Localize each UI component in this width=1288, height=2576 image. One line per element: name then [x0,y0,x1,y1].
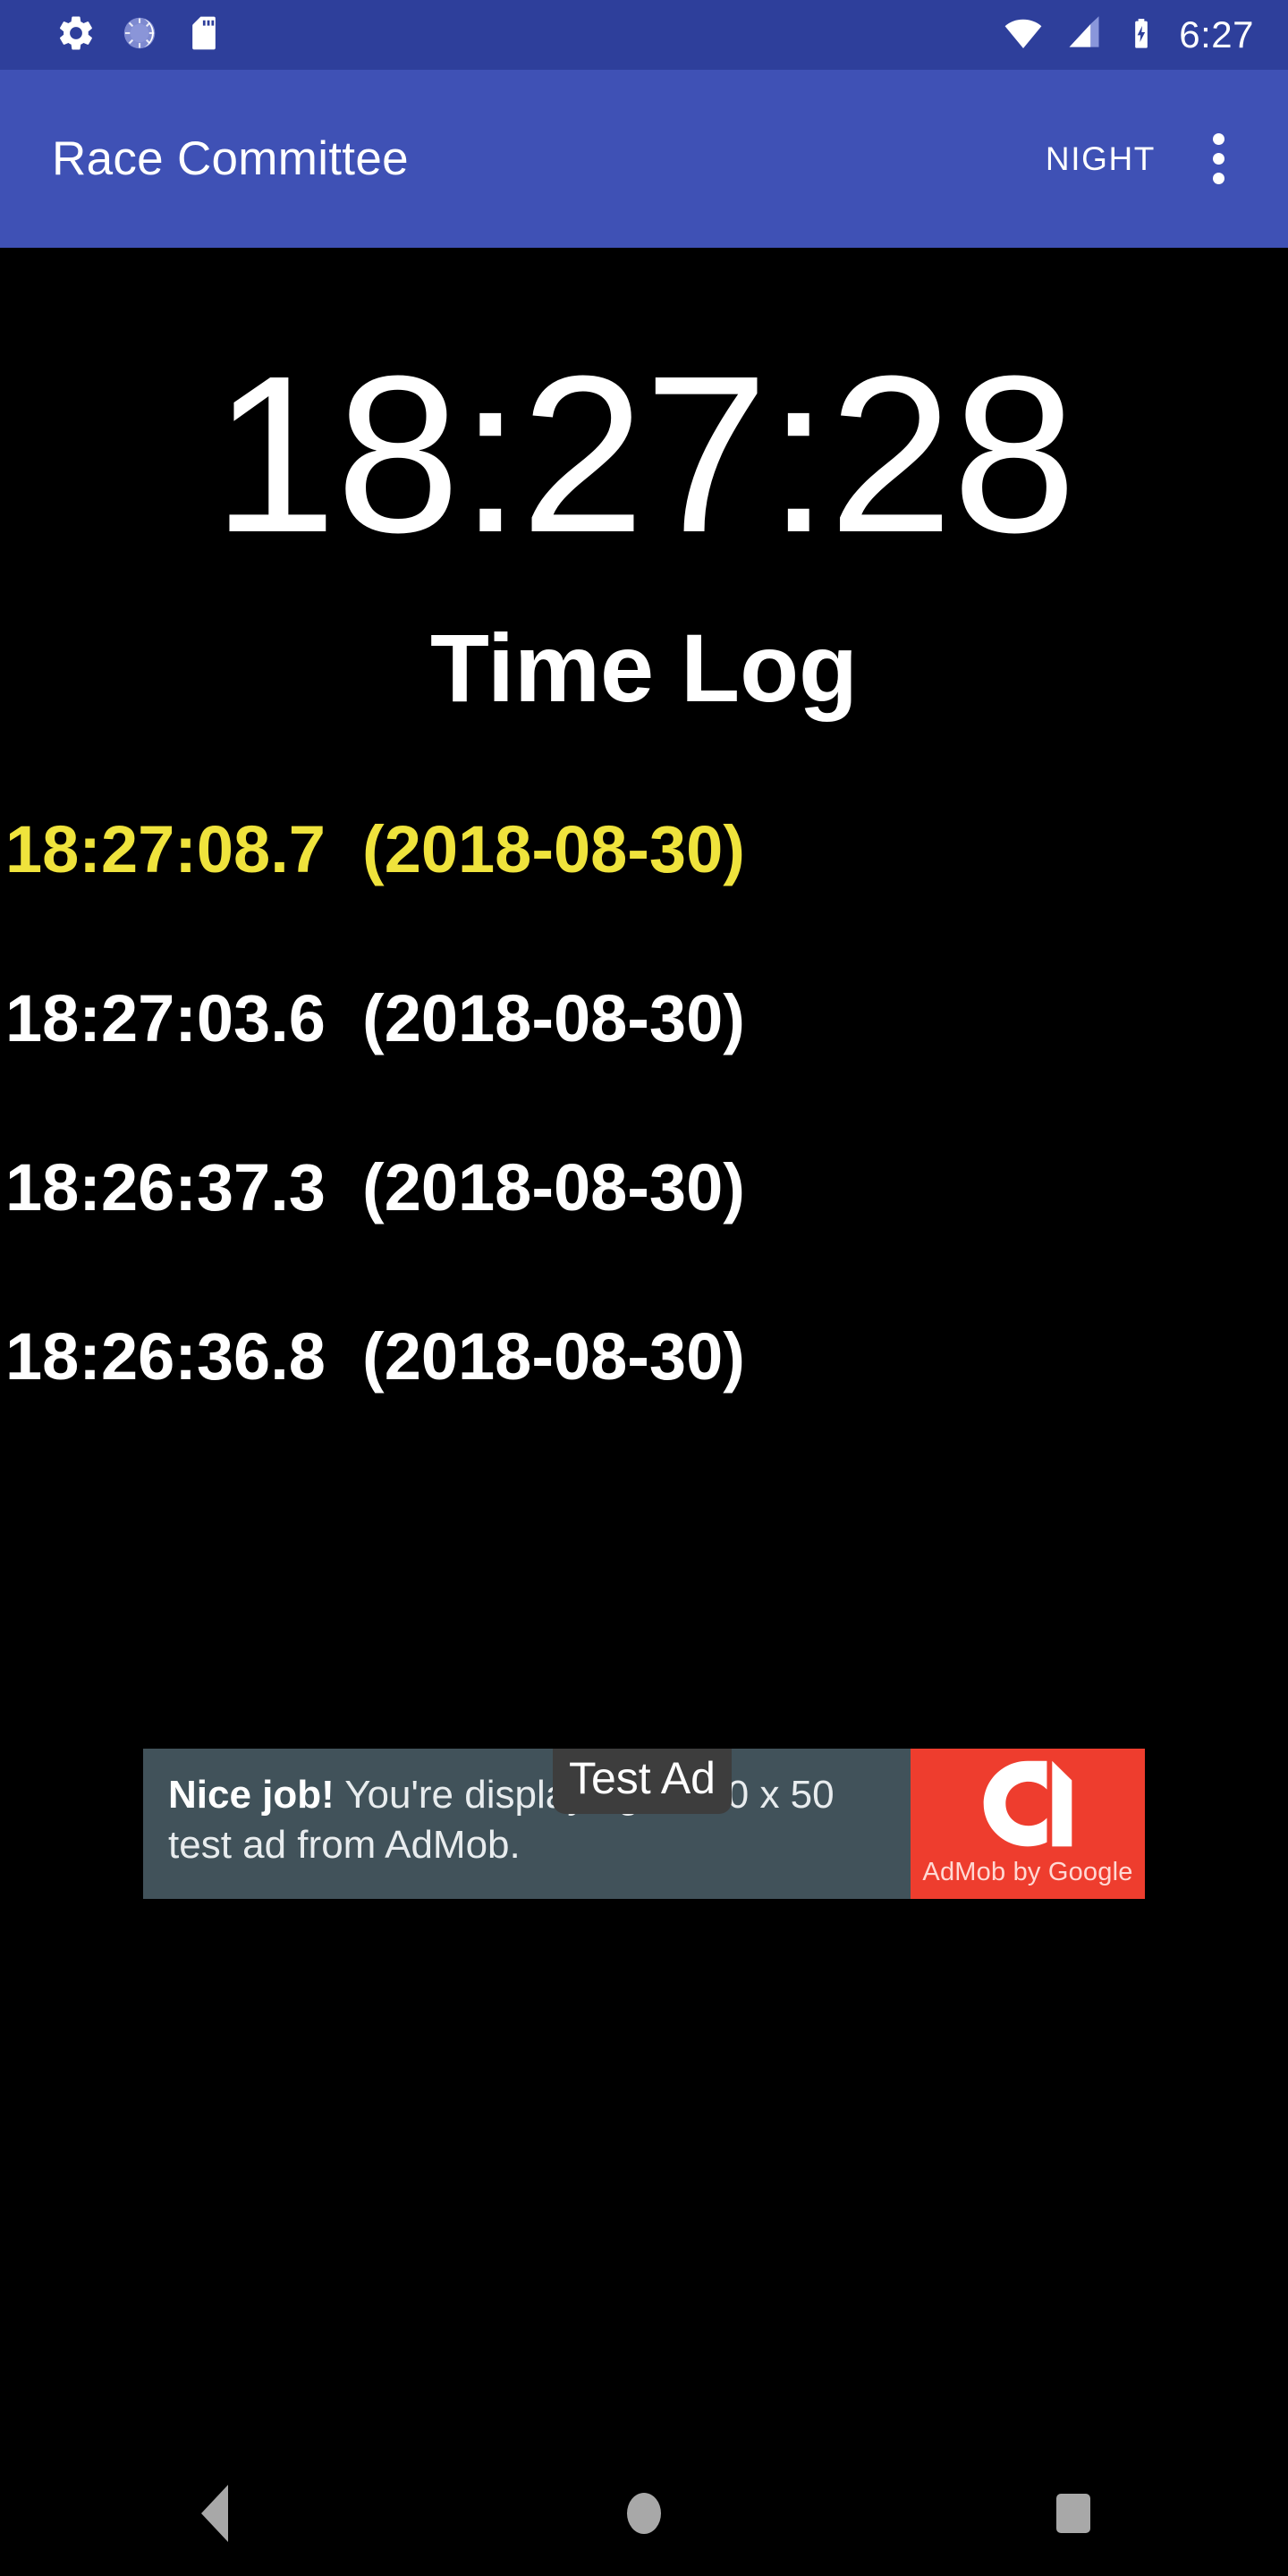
overflow-menu-icon[interactable] [1175,116,1261,202]
ad-banner-container[interactable]: Nice job! You're displaying a 320 x 50 t… [143,1749,1145,1899]
time-log-list: 18:27:08.7 (2018-08-30) 18:27:03.6 (2018… [0,817,1288,1390]
ad-copy-text: Nice job! You're displaying a 320 x 50 t… [143,1749,911,1899]
list-item[interactable]: 18:26:37.3 (2018-08-30) [0,1155,1288,1221]
list-item[interactable]: 18:26:36.8 (2018-08-30) [0,1324,1288,1390]
admob-logo-panel: AdMob by Google [911,1749,1145,1899]
battery-charging-icon [1123,15,1159,55]
admob-logo-icon [983,1760,1072,1847]
cellular-signal-icon [1064,13,1104,57]
settings-gear-icon [55,13,97,58]
sync-dial-icon [120,13,161,58]
status-bar-right-icons: 6:27 [1002,12,1288,59]
sd-card-icon [184,13,224,57]
running-clock: 18:27:28 [212,329,1076,579]
list-item[interactable]: 18:27:03.6 (2018-08-30) [0,986,1288,1052]
home-button[interactable] [429,2451,859,2576]
recents-icon [1056,2494,1090,2533]
recents-button[interactable] [859,2451,1288,2576]
overflow-dot [1212,133,1224,145]
ad-headline: Nice job! [168,1773,335,1817]
night-mode-button[interactable]: NIGHT [1026,126,1175,192]
back-button[interactable] [0,2451,429,2576]
android-navigation-bar [0,2451,1288,2576]
app-bar: Race Committee NIGHT [0,70,1288,248]
back-icon [201,2485,228,2542]
app-title: Race Committee [52,132,409,185]
status-bar-left-icons [0,13,224,58]
list-item[interactable]: 18:27:08.7 (2018-08-30) [0,817,1288,883]
wifi-icon [1002,12,1045,59]
app-bar-actions: NIGHT [1026,116,1288,202]
test-ad-badge: Test Ad [553,1749,732,1814]
overflow-dot [1212,173,1224,184]
status-bar: 6:27 [0,0,1288,70]
main-content: 18:27:28 Time Log 18:27:08.7 (2018-08-30… [0,248,1288,2576]
admob-test-banner[interactable]: Nice job! You're displaying a 320 x 50 t… [143,1749,1145,1899]
home-icon [627,2493,661,2534]
admob-caption: AdMob by Google [922,1858,1133,1886]
overflow-dot [1212,153,1224,165]
status-bar-clock: 6:27 [1179,13,1254,55]
phone-screen: 6:27 Race Committee NIGHT 18:27:28 Time … [0,0,1288,2576]
section-title-time-log: Time Log [429,614,859,722]
